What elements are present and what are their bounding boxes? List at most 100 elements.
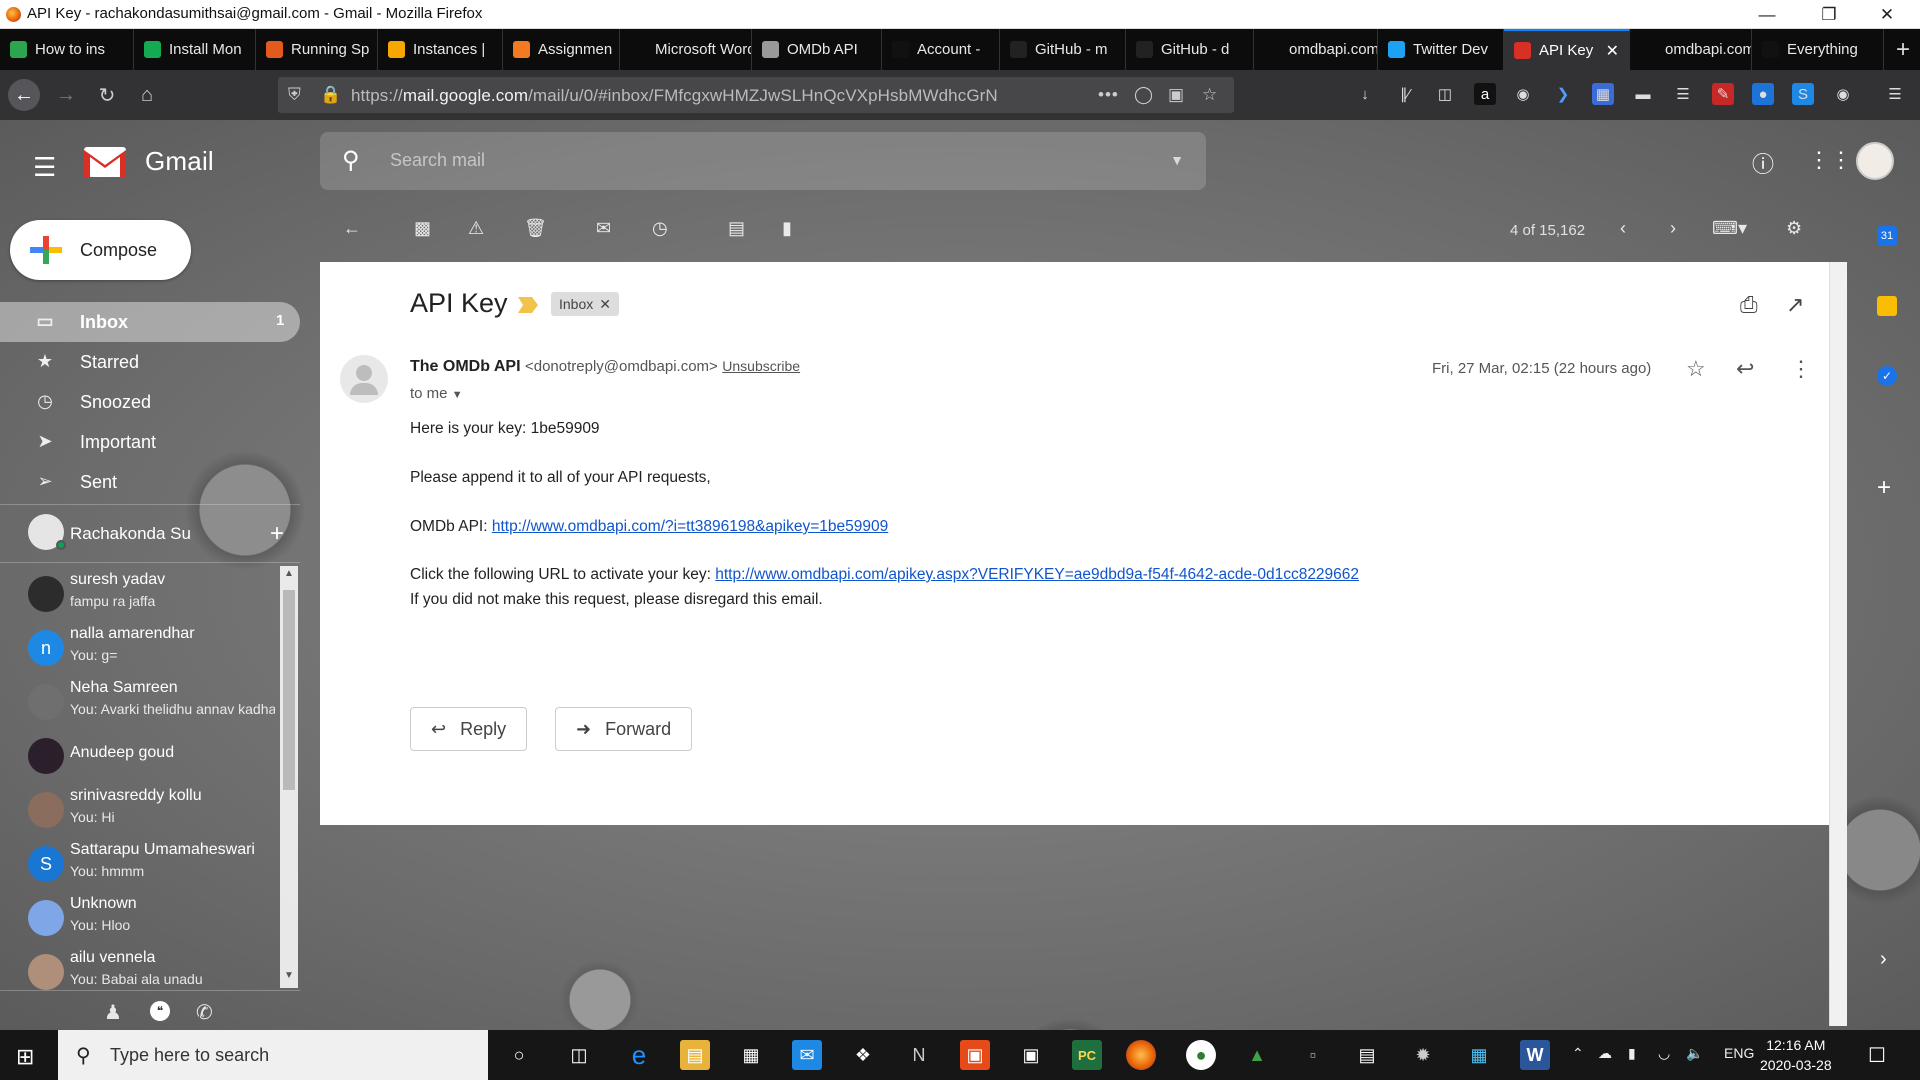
show-details-icon[interactable]: ▼ [452,389,463,401]
globe-extension-icon[interactable]: ◉ [1512,83,1534,105]
hangouts-contact[interactable]: S Sattarapu Umamaheswari You: hmmm [0,838,282,892]
onedrive-icon[interactable]: ☁ [1598,1045,1612,1062]
browser-tab[interactable]: omdbapi.com/ [1254,29,1378,70]
library-icon[interactable]: ∥⁄ [1394,83,1416,105]
search-input[interactable]: Search mail [390,150,485,171]
hangouts-contact[interactable]: Anudeep goud [0,730,282,784]
mark-unread-icon[interactable]: ✉ [596,218,611,239]
browser-tab[interactable]: Assignmen [503,29,620,70]
browser-tab[interactable]: Account - [882,29,1000,70]
browser-tab[interactable]: Instances | [378,29,503,70]
hangouts-contact[interactable]: Neha Samreen You: Avarki thelidhu annav k… [0,676,282,730]
pen-extension-icon[interactable]: ✎ [1712,83,1734,105]
hangouts-user-name[interactable]: Rachakonda Su [70,524,191,544]
wifi-icon[interactable]: ◡ [1658,1045,1670,1062]
notification-extension-icon[interactable]: ● [1752,83,1774,105]
report-spam-icon[interactable]: ⚠ [468,218,484,239]
browser-tab[interactable]: Microsoft Word [620,29,752,70]
hangouts-quote-icon[interactable]: ❝ [150,1001,170,1021]
task-view-icon[interactable]: ◫ [564,1040,594,1070]
photos-app-icon[interactable]: ▣ [1016,1040,1046,1070]
show-hidden-icons[interactable]: ⌃ [1572,1045,1584,1062]
contacts-scroll-thumb[interactable] [283,590,295,790]
compose-button[interactable]: Compose [10,220,191,280]
hangouts-contact[interactable]: n nalla amarendhar You: g= [0,622,282,676]
volume-icon[interactable]: 🔈 [1686,1045,1703,1062]
search-icon[interactable]: ⚲ [342,146,360,175]
nav-item-important[interactable]: ➤ Important [0,422,300,462]
hangouts-contact[interactable]: srinivasreddy kollu You: Hi [0,784,282,838]
nav-item-sent[interactable]: ➢ Sent [0,462,300,502]
remove-label-icon[interactable]: ✕ [599,296,611,313]
store-icon[interactable]: ▦ [736,1040,766,1070]
activate-key-link[interactable]: http://www.omdbapi.com/apikey.aspx?VERIF… [715,566,1359,583]
battery-icon[interactable]: ▮ [1628,1045,1636,1062]
browser-tab[interactable]: omdbapi.com/ [1630,29,1752,70]
dropbox-icon[interactable]: ❖ [848,1040,878,1070]
scroll-up-icon[interactable]: ▲ [284,568,294,579]
input-tools-icon[interactable]: ⌨▾ [1712,218,1747,239]
taskbar-search-box[interactable]: ⚲ Type here to search [58,1030,488,1080]
tasks-icon[interactable]: ✓ [1877,366,1897,386]
browser-tab[interactable]: Running Sp [256,29,378,70]
notifications-icon[interactable]: ☐ [1868,1043,1886,1068]
open-new-window-icon[interactable]: ↗ [1786,292,1804,318]
message-scrollbar[interactable] [1829,262,1847,1026]
bookmark-star-icon[interactable]: ☆ [1202,85,1217,105]
address-bar[interactable]: ⛨ 🔒 https://mail.google.com/mail/u/0/#in… [278,77,1234,113]
downloads-icon[interactable]: ↓ [1354,83,1376,105]
arrow-extension-icon[interactable]: ❯ [1552,83,1574,105]
amazon-extension-icon[interactable]: a [1474,83,1496,105]
close-window-button[interactable]: ✕ [1864,0,1910,29]
office-icon[interactable]: ▣ [960,1040,990,1070]
language-indicator[interactable]: ENG [1724,1045,1754,1061]
hangouts-contact[interactable]: ailu vennela You: Babai ala unadu [0,946,282,1000]
help-icon[interactable]: ⓘ [1752,147,1774,179]
new-conversation-icon[interactable]: + [270,520,284,548]
account-avatar[interactable] [1856,142,1894,180]
print-icon[interactable]: ⎙ [1740,292,1758,318]
tracking-shield-icon[interactable]: ⛨ [288,85,301,105]
hangouts-contact[interactable]: suresh yadav fampu ra jaffa [0,568,282,622]
delete-icon[interactable]: 🗑 [524,218,547,239]
new-tab-button[interactable]: + [1886,29,1920,70]
browser-tab[interactable]: API Key ✕ [1504,29,1630,70]
app-icon-blue[interactable]: ▫ [1298,1040,1328,1070]
spider-app-icon[interactable]: ✹ [1408,1040,1438,1070]
page-actions-icon[interactable]: ••• [1098,85,1119,105]
stack-extension-icon[interactable]: ▬ [1632,83,1654,105]
omdb-example-link[interactable]: http://www.omdbapi.com/?i=tt3896198&apik… [492,518,888,535]
search-mail-box[interactable]: ⚲ Search mail ▼ [320,132,1206,190]
sidebar-icon[interactable]: ◫ [1434,83,1456,105]
word-icon[interactable]: W [1520,1040,1550,1070]
barcode-extension-icon[interactable]: ☰ [1672,83,1694,105]
taskbar-search-input[interactable]: Type here to search [110,1045,269,1066]
move-to-icon[interactable]: ▤ [728,218,745,239]
terminal-icon[interactable]: ▤ [1352,1040,1382,1070]
app-icon-green[interactable]: ▲ [1242,1040,1272,1070]
hangouts-contact[interactable]: Unknown You: Hloo [0,892,282,946]
account-icon[interactable]: ◉ [1832,83,1854,105]
unsubscribe-link[interactable]: Unsubscribe [722,358,800,374]
scroll-down-icon[interactable]: ▼ [284,970,294,981]
more-options-icon[interactable]: ⋮ [1790,356,1812,382]
newer-message-icon[interactable]: ‹ [1620,218,1626,239]
forward-button[interactable]: → [50,79,82,111]
s-extension-icon[interactable]: S [1792,83,1814,105]
star-message-icon[interactable]: ☆ [1686,356,1706,382]
labels-icon[interactable]: ▮ [782,218,792,239]
recipient-details[interactable]: to me ▼ [410,385,463,402]
nav-item-snoozed[interactable]: ◷ Snoozed [0,382,300,422]
browser-tab[interactable]: Twitter Dev [1378,29,1504,70]
pocket-icon[interactable]: ◯ [1134,85,1153,105]
reply-icon[interactable]: ↩ [1736,356,1754,382]
calendar-icon[interactable]: 31 [1877,226,1897,246]
browser-tab[interactable]: OMDb API [752,29,882,70]
network-app-icon[interactable]: ▦ [1464,1040,1494,1070]
url-text[interactable]: https://mail.google.com/mail/u/0/#inbox/… [351,86,998,106]
notion-icon[interactable]: N [904,1040,934,1070]
pycharm-icon[interactable]: PC [1072,1040,1102,1070]
contacts-scrollbar[interactable]: ▲ ▼ [280,566,298,988]
edge-icon[interactable]: e [624,1040,654,1070]
browser-tab[interactable]: Install Mon [134,29,256,70]
